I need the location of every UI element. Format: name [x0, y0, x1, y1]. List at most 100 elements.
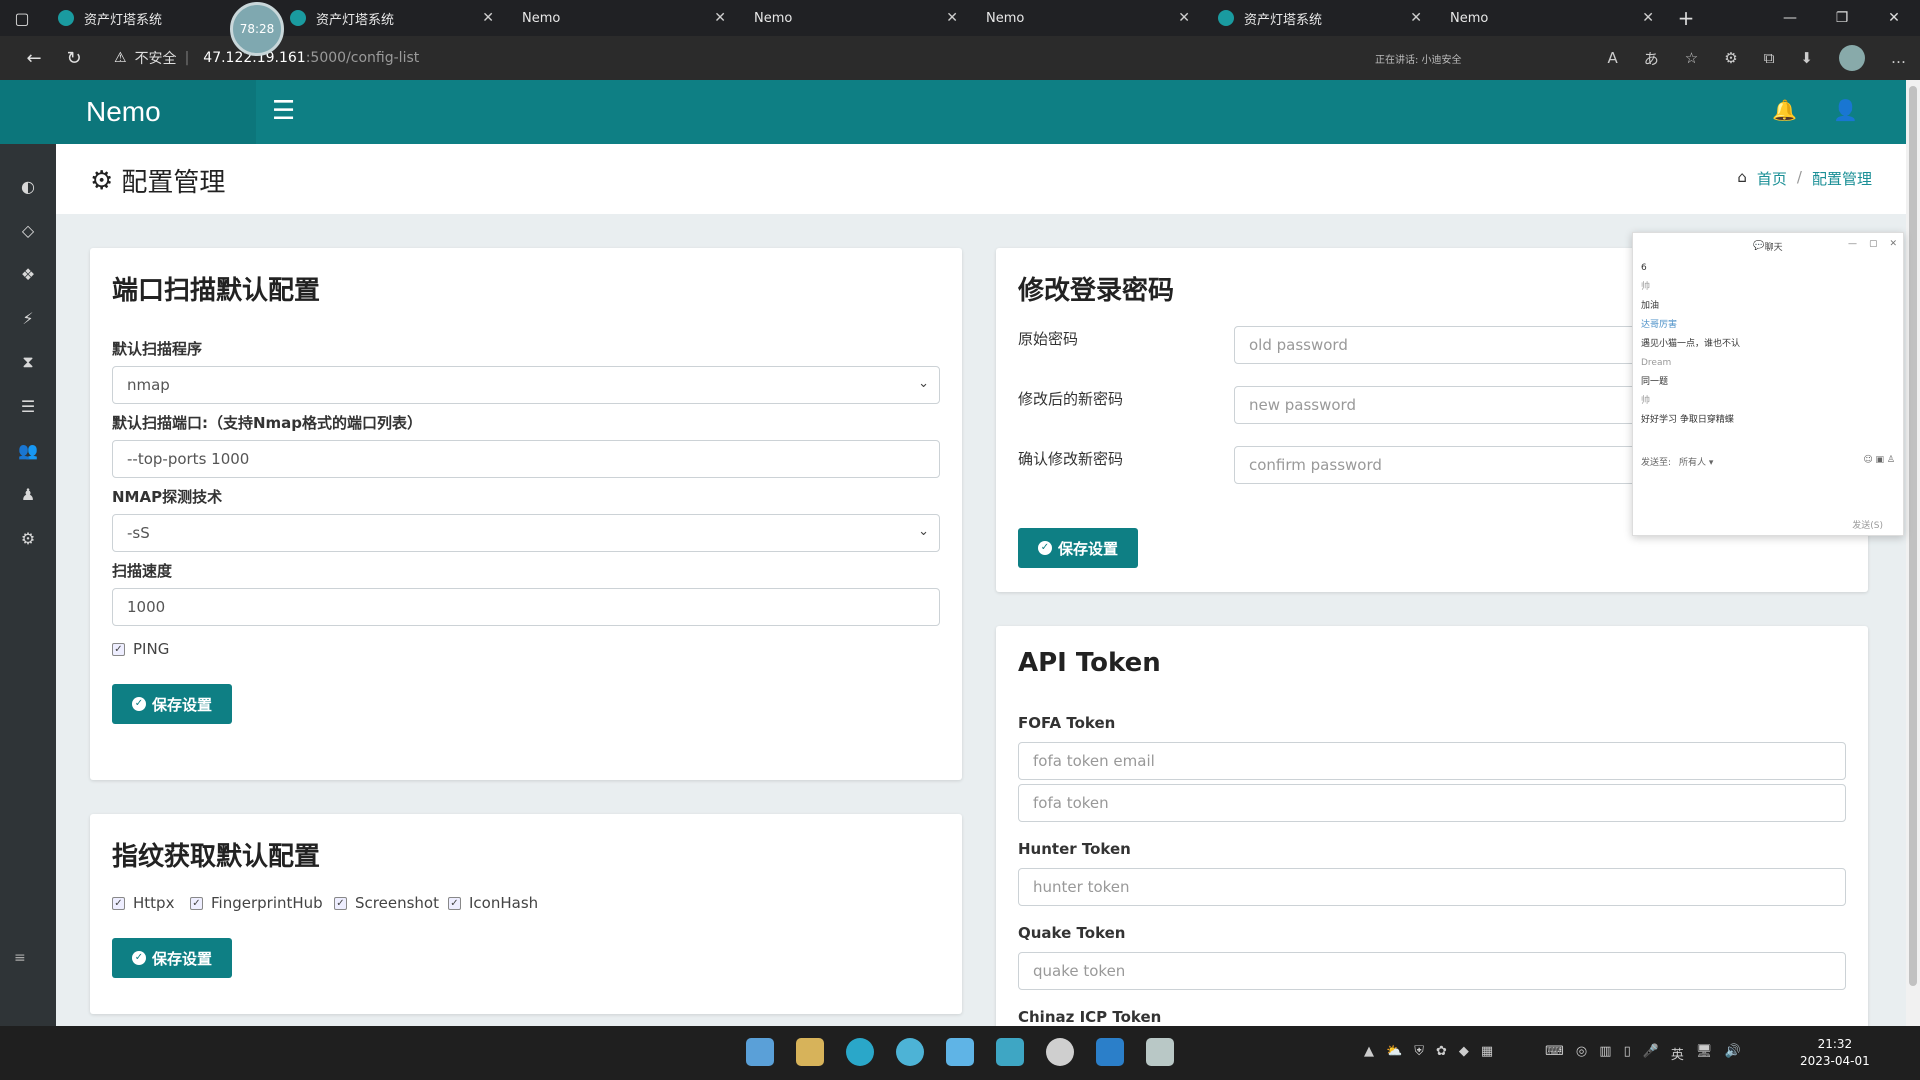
top-navbar: Nemo ☰ 🔔 👤 — [0, 80, 1906, 144]
meeting-icon[interactable] — [996, 1038, 1024, 1066]
minimize-icon[interactable]: — — [1764, 10, 1816, 26]
send-target-select[interactable]: 所有人 ▾ — [1679, 455, 1713, 468]
fingerprint-icon[interactable]: ❖ — [0, 252, 56, 296]
browser-tab-2[interactable]: 资产灯塔系统 ✕ — [276, 0, 508, 36]
chat-send-button[interactable]: 发送(S) — [1852, 518, 1883, 531]
browser-tab-3[interactable]: Nemo ✕ — [508, 0, 740, 95]
tray-app-icon[interactable]: ⛅ — [1386, 1044, 1402, 1063]
app-icon[interactable] — [1146, 1038, 1174, 1066]
file-explorer-icon[interactable] — [796, 1038, 824, 1066]
breadcrumb-home[interactable]: 首页 — [1757, 168, 1787, 189]
shield-icon[interactable]: ⛨ — [1414, 1044, 1424, 1063]
save-password-button[interactable]: ✓ 保存设置 — [1018, 528, 1138, 568]
tray-app-icon[interactable]: ◆ — [1459, 1044, 1469, 1063]
brand-logo[interactable]: Nemo — [0, 80, 256, 144]
start-icon[interactable] — [746, 1038, 774, 1066]
page-scrollbar[interactable] — [1906, 80, 1920, 1026]
favorite-icon[interactable]: ☆ — [1685, 49, 1698, 67]
translate-icon[interactable]: あ — [1644, 48, 1659, 69]
chat-tools-icon[interactable]: ☺ ▣ ♙ — [1863, 455, 1895, 468]
fofa-token-input[interactable]: fofa token — [1018, 784, 1846, 822]
user-secret-icon[interactable]: ♟ — [0, 472, 56, 516]
maximize-icon[interactable]: ▢ — [1869, 239, 1878, 249]
battery-icon[interactable]: ▯ — [1624, 1044, 1631, 1063]
browser-tab-4[interactable]: Nemo ✕ — [740, 0, 972, 95]
close-tab-icon[interactable]: ✕ — [946, 10, 958, 26]
edge-icon[interactable] — [846, 1038, 874, 1066]
chat-window-controls: — ▢ ✕ — [1848, 239, 1897, 249]
close-tab-icon[interactable]: ✕ — [1178, 10, 1190, 26]
browser-tab-7[interactable]: Nemo ✕ — [1436, 0, 1668, 95]
screenshot-checkbox[interactable]: ✓ Screenshot — [334, 894, 439, 912]
ime-indicator[interactable]: 英 — [1671, 1044, 1684, 1063]
dashboard-icon[interactable]: ◐ — [0, 164, 56, 208]
close-icon[interactable]: ✕ — [1889, 239, 1897, 249]
hunter-token-input[interactable]: hunter token — [1018, 868, 1846, 906]
back-icon[interactable]: ← — [14, 48, 54, 69]
close-window-icon[interactable]: ✕ — [1868, 10, 1920, 26]
bell-icon[interactable]: 🔔 — [1772, 98, 1797, 122]
collections-icon[interactable]: ⧉ — [1764, 49, 1775, 67]
scan-speed-input[interactable]: 1000 — [112, 588, 940, 626]
server-icon[interactable]: ☰ — [0, 384, 56, 428]
more-icon[interactable]: … — [1891, 49, 1906, 67]
close-tab-icon[interactable]: ✕ — [1642, 10, 1654, 26]
save-port-scan-button[interactable]: ✓ 保存设置 — [112, 684, 232, 724]
bolt-icon[interactable]: ⚡ — [0, 296, 56, 340]
chat-message: 达哥厉害 — [1641, 320, 1678, 330]
scan-ports-input[interactable]: --top-ports 1000 — [112, 440, 940, 478]
keyboard-icon[interactable]: ⌨ — [1545, 1044, 1564, 1063]
tab-actions-icon[interactable]: ▢ — [0, 0, 44, 36]
home-icon[interactable]: ⌂ — [1737, 168, 1747, 189]
new-tab-button[interactable]: + — [1668, 6, 1704, 30]
minimize-icon[interactable]: — — [1848, 239, 1857, 249]
close-tab-icon[interactable]: ✕ — [482, 10, 494, 26]
volume-icon[interactable]: 🔊 — [1724, 1044, 1740, 1063]
users-icon[interactable]: 👥 — [0, 428, 56, 472]
collapse-icon[interactable]: ≡ — [14, 950, 26, 966]
maximize-icon[interactable]: ❐ — [1816, 10, 1868, 26]
download-icon[interactable]: ⬇ — [1800, 49, 1813, 67]
tab-label: 资产灯塔系统 — [1244, 12, 1323, 28]
vscode-icon[interactable] — [1096, 1038, 1124, 1066]
network-icon[interactable]: 🖥 — [1696, 1044, 1713, 1063]
wifi-icon[interactable]: ◎ — [1576, 1044, 1587, 1063]
chat-title: 💬 聊天 — ▢ ✕ — [1633, 233, 1903, 259]
close-tab-icon[interactable]: ✕ — [714, 10, 726, 26]
fofa-email-input[interactable]: fofa token email — [1018, 742, 1846, 780]
chevron-down-icon: ⌄ — [918, 524, 929, 539]
menu-toggle-icon[interactable]: ☰ — [272, 96, 295, 126]
close-tab-icon[interactable]: ✕ — [1410, 10, 1422, 26]
security-indicator[interactable]: ⚠ 不安全 | — [114, 48, 189, 68]
chrome-icon[interactable] — [896, 1038, 924, 1066]
httpx-checkbox[interactable]: ✓ Httpx — [112, 894, 174, 912]
browser-tab-5[interactable]: Nemo ✕ — [972, 0, 1204, 95]
scan-program-select[interactable]: nmap ⌄ — [112, 366, 940, 404]
extensions-icon[interactable]: ⚙ — [1724, 49, 1737, 67]
hourglass-icon[interactable]: ⧗ — [0, 340, 56, 384]
save-fingerprint-button[interactable]: ✓ 保存设置 — [112, 938, 232, 978]
system-clock[interactable]: 21:32 2023-04-01 — [1800, 1036, 1870, 1070]
app-icon[interactable] — [1046, 1038, 1074, 1066]
scrollbar-thumb[interactable] — [1909, 86, 1917, 986]
microphone-icon[interactable]: 🎤 — [1643, 1044, 1659, 1063]
tray-app-icon[interactable]: ▥ — [1599, 1044, 1611, 1063]
profile-avatar[interactable] — [1839, 45, 1865, 71]
reload-icon[interactable]: ↻ — [54, 48, 94, 69]
code-icon[interactable]: ◇ — [0, 208, 56, 252]
user-icon[interactable]: 👤 — [1833, 98, 1858, 122]
meeting-avatar-bubble[interactable]: 78:28 — [230, 2, 284, 56]
tray-app-icon[interactable]: ✿ — [1436, 1044, 1447, 1063]
nmap-tech-select[interactable]: -sS ⌄ — [112, 514, 940, 552]
iconhash-checkbox[interactable]: ✓ IconHash — [448, 894, 538, 912]
fingerprinthub-checkbox[interactable]: ✓ FingerprintHub — [190, 894, 323, 912]
tray-app-icon[interactable]: ▦ — [1481, 1044, 1493, 1063]
read-aloud-icon[interactable]: A — [1608, 49, 1618, 67]
tray-app-icon[interactable]: ▲ — [1364, 1044, 1374, 1063]
url-field[interactable]: 47.122.19.161:5000/config-list — [203, 50, 419, 66]
cogs-icon[interactable]: ⚙ — [0, 516, 56, 560]
quake-token-input[interactable]: quake token — [1018, 952, 1846, 990]
ping-checkbox[interactable]: ✓ PING — [112, 640, 169, 658]
browser-tab-6[interactable]: 资产灯塔系统 ✕ — [1204, 0, 1436, 36]
app-icon[interactable] — [946, 1038, 974, 1066]
